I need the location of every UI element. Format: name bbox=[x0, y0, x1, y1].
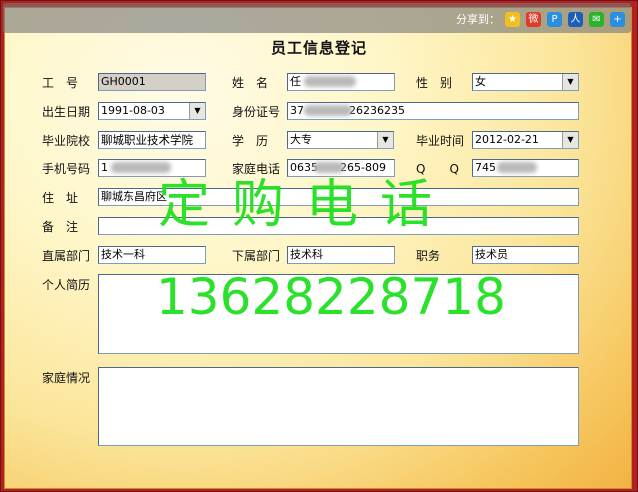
mobile-value: 1 bbox=[101, 161, 108, 174]
chevron-down-icon[interactable]: ▼ bbox=[562, 132, 578, 148]
wechat-icon[interactable]: ✉ bbox=[589, 12, 604, 27]
gender-select[interactable]: 女 ▼ bbox=[472, 73, 579, 91]
qq-field[interactable]: 745 bbox=[472, 159, 579, 177]
qzone-icon[interactable]: ★ bbox=[505, 12, 520, 27]
mobile-label: 手机号码 bbox=[42, 162, 91, 176]
watermark-order-phone: 定购电话 bbox=[158, 175, 455, 235]
birth-label: 出生日期 bbox=[42, 105, 91, 119]
redaction bbox=[497, 162, 537, 173]
birth-value: 1991-08-03 bbox=[101, 104, 165, 117]
watermark-phone-number: 13628228718 bbox=[156, 268, 506, 326]
chevron-down-icon[interactable]: ▼ bbox=[377, 132, 393, 148]
emp-no-label: 工 号 bbox=[42, 76, 79, 90]
school-label: 毕业院校 bbox=[42, 134, 91, 148]
education-label: 学 历 bbox=[232, 134, 269, 148]
position-field[interactable]: 技术员 bbox=[472, 246, 579, 264]
id-card-label: 身份证号 bbox=[232, 105, 281, 119]
share-bar: 分享到： ★ 微 P 人 ✉ + bbox=[3, 3, 631, 33]
renren-icon[interactable]: 人 bbox=[568, 12, 583, 27]
remark-label: 备 注 bbox=[42, 220, 79, 234]
birth-date-picker[interactable]: 1991-08-03 ▼ bbox=[98, 102, 206, 120]
qq-value: 745 bbox=[475, 161, 496, 174]
school-field[interactable]: 聊城职业技术学院 bbox=[98, 131, 206, 149]
grad-time-label: 毕业时间 bbox=[416, 134, 465, 148]
id-card-prefix: 37 bbox=[290, 104, 304, 117]
dept-direct-field[interactable]: 技术一科 bbox=[98, 246, 206, 264]
redaction bbox=[304, 105, 352, 116]
weibo-icon[interactable]: 微 bbox=[526, 12, 541, 27]
grad-date-picker[interactable]: 2012-02-21 ▼ bbox=[472, 131, 579, 149]
resume-label: 个人简历 bbox=[42, 278, 91, 292]
dept-sub-field[interactable]: 技术科 bbox=[287, 246, 395, 264]
gender-value: 女 bbox=[475, 75, 486, 88]
family-textarea[interactable] bbox=[98, 367, 579, 446]
grad-time-value: 2012-02-21 bbox=[475, 133, 539, 146]
emp-no-field[interactable]: GH0001 bbox=[98, 73, 206, 91]
share-label: 分享到： bbox=[456, 13, 500, 26]
position-label: 职务 bbox=[416, 249, 441, 263]
name-label: 姓 名 bbox=[232, 76, 269, 90]
more-icon[interactable]: + bbox=[610, 12, 625, 27]
education-value: 大专 bbox=[290, 133, 312, 146]
gender-label: 性 别 bbox=[416, 76, 453, 90]
address-label: 住 址 bbox=[42, 191, 79, 205]
id-card-suffix: 26236235 bbox=[349, 104, 405, 117]
pengyou-icon[interactable]: P bbox=[547, 12, 562, 27]
chevron-down-icon[interactable]: ▼ bbox=[562, 74, 578, 90]
education-select[interactable]: 大专 ▼ bbox=[287, 131, 394, 149]
id-card-field[interactable]: 37 26236235 bbox=[287, 102, 579, 120]
name-field[interactable]: 任 bbox=[287, 73, 395, 91]
chevron-down-icon[interactable]: ▼ bbox=[189, 103, 205, 119]
form-title: 员工信息登记 bbox=[270, 39, 367, 57]
name-value: 任 bbox=[290, 75, 301, 88]
redaction bbox=[304, 76, 356, 87]
family-label: 家庭情况 bbox=[42, 371, 91, 385]
dept-sub-label: 下属部门 bbox=[232, 249, 281, 263]
dept-direct-label: 直属部门 bbox=[42, 249, 91, 263]
